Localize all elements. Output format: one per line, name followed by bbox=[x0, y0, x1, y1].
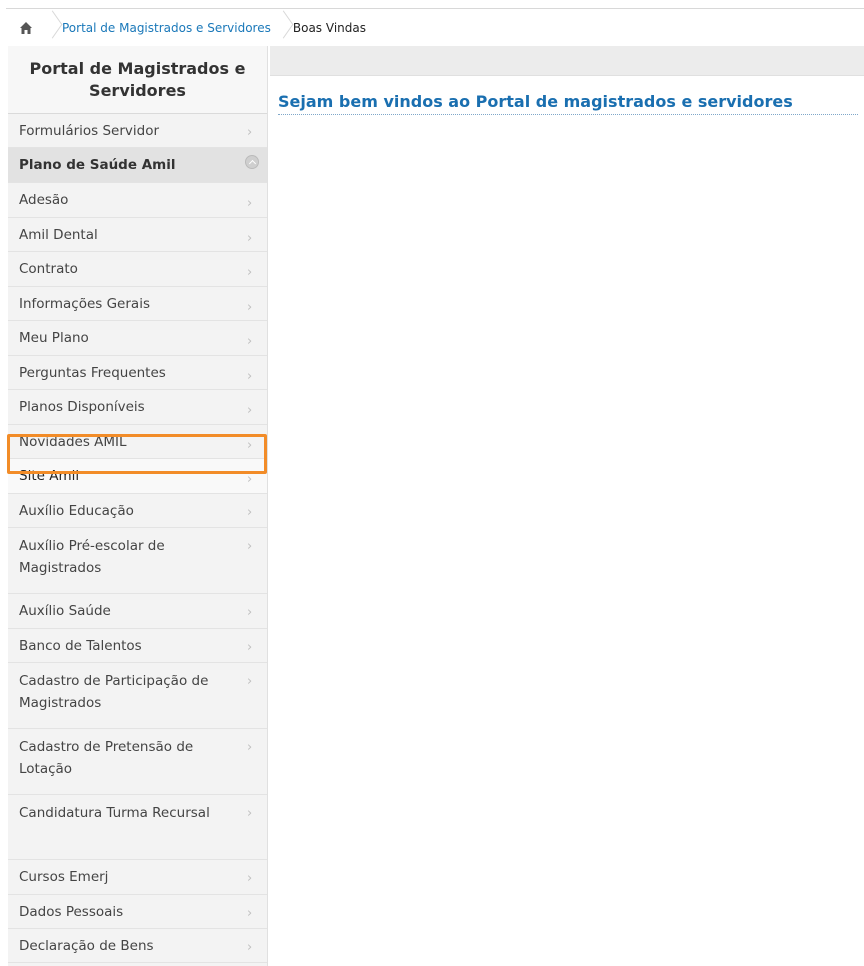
chevron-right-icon: › bbox=[247, 673, 253, 689]
sidebar-item-amil-dental[interactable]: Amil Dental › bbox=[8, 217, 267, 252]
sidebar-item-label: Auxílio Educação bbox=[19, 502, 134, 519]
chevron-right-icon: › bbox=[247, 196, 253, 211]
chevron-right-icon: › bbox=[247, 939, 253, 955]
chevron-right-icon: › bbox=[247, 265, 253, 280]
sidebar-item-novidades-amil[interactable]: Novidades AMIL › bbox=[8, 424, 267, 459]
sidebar-item-planos-disponiveis[interactable]: Planos Disponíveis › bbox=[8, 390, 267, 425]
chevron-right-icon: › bbox=[247, 125, 253, 140]
sidebar-item-label: Contrato bbox=[19, 261, 78, 277]
sidebar-item-auxilio-pre-escolar[interactable]: Auxílio Pré-escolar de Magistrados › bbox=[8, 528, 267, 594]
sidebar-item-label: Cadastro de Participação de Magistrados bbox=[19, 672, 209, 711]
sidebar: Portal de Magistrados e Servidores Formu… bbox=[8, 46, 268, 966]
breadcrumb-current: Boas Vindas bbox=[292, 20, 366, 35]
chevron-right-icon: › bbox=[247, 403, 253, 418]
breadcrumb-link-portal[interactable]: Portal de Magistrados e Servidores bbox=[62, 21, 271, 35]
chevron-right-icon: › bbox=[247, 334, 253, 349]
sidebar-item-label: Meu Plano bbox=[19, 330, 89, 346]
home-icon[interactable] bbox=[6, 9, 46, 46]
breadcrumb-separator bbox=[277, 9, 289, 46]
chevron-right-icon: › bbox=[247, 805, 253, 821]
chevron-right-icon: › bbox=[247, 639, 253, 655]
chevron-right-icon: › bbox=[247, 368, 253, 384]
sidebar-item-banco-de-talentos[interactable]: Banco de Talentos › bbox=[8, 629, 267, 663]
sidebar-item-label: Formulários Servidor bbox=[19, 123, 160, 139]
sidebar-item-label: Auxílio Saúde bbox=[19, 602, 111, 619]
sidebar-item-auxilio-educacao[interactable]: Auxílio Educação › bbox=[8, 494, 267, 528]
sidebar-item-label: Amil Dental bbox=[19, 226, 98, 243]
chevron-right-icon: › bbox=[247, 299, 253, 315]
sidebar-item-formularios-servidor[interactable]: Formulários Servidor › bbox=[8, 114, 267, 148]
page-title: Sejam bem vindos ao Portal de magistrado… bbox=[278, 92, 858, 115]
sidebar-item-label: Candidatura Turma Recursal bbox=[19, 804, 210, 821]
breadcrumb-item-portal[interactable]: Portal de Magistrados e Servidores bbox=[58, 9, 277, 46]
sidebar-item-contrato[interactable]: Contrato › bbox=[8, 252, 267, 287]
collapse-icon[interactable] bbox=[245, 155, 259, 169]
breadcrumb-item-current: Boas Vindas bbox=[289, 9, 372, 46]
sidebar-title: Portal de Magistrados e Servidores bbox=[8, 46, 267, 114]
sidebar-item-label: Cursos Emerj bbox=[19, 868, 109, 885]
chevron-right-icon: › bbox=[247, 230, 253, 246]
chevron-right-icon: › bbox=[247, 604, 253, 620]
chevron-right-icon: › bbox=[247, 538, 253, 554]
main-toolbar bbox=[270, 46, 864, 76]
sidebar-item-site-amil[interactable]: Site Amil › bbox=[8, 459, 267, 494]
breadcrumb: Portal de Magistrados e Servidores Boas … bbox=[6, 8, 864, 46]
chevron-right-icon: › bbox=[247, 739, 253, 755]
sidebar-item-cursos-emerj[interactable]: Cursos Emerj › bbox=[8, 860, 267, 895]
sidebar-item-label: Auxílio Pré-escolar de Magistrados bbox=[19, 537, 165, 576]
sidebar-item-auxilio-saude[interactable]: Auxílio Saúde › bbox=[8, 594, 267, 629]
sidebar-item-informacoes-gerais[interactable]: Informações Gerais › bbox=[8, 286, 267, 321]
sidebar-item-candidatura-turma-recursal[interactable]: Candidatura Turma Recursal › bbox=[8, 795, 267, 860]
sidebar-item-adesao[interactable]: Adesão › bbox=[8, 183, 267, 218]
chevron-right-icon: › bbox=[247, 437, 253, 453]
sidebar-item-label: Planos Disponíveis bbox=[19, 399, 145, 415]
sidebar-group-plano-de-saude-amil[interactable]: Plano de Saúde Amil bbox=[8, 148, 267, 183]
sidebar-item-label: Adesão bbox=[19, 192, 69, 208]
sidebar-item-declaracao-de-bens[interactable]: Declaração de Bens › bbox=[8, 929, 267, 963]
sidebar-group-label: Plano de Saúde Amil bbox=[19, 157, 176, 173]
chevron-right-icon: › bbox=[247, 870, 253, 886]
chevron-right-icon: › bbox=[247, 905, 253, 921]
chevron-right-icon: › bbox=[247, 504, 253, 520]
sidebar-item-label: Declaração de Bens bbox=[19, 937, 154, 954]
sidebar-item-label: Perguntas Frequentes bbox=[19, 364, 166, 381]
sidebar-item-meu-plano[interactable]: Meu Plano › bbox=[8, 321, 267, 356]
sidebar-item-perguntas-frequentes[interactable]: Perguntas Frequentes › bbox=[8, 355, 267, 390]
chevron-right-icon: › bbox=[247, 472, 253, 487]
sidebar-item-label: Dados Pessoais bbox=[19, 903, 124, 920]
sidebar-item-label: Banco de Talentos bbox=[19, 637, 142, 654]
sidebar-item-label: Cadastro de Pretensão de Lotação bbox=[19, 738, 194, 777]
sidebar-item-cadastro-participacao[interactable]: Cadastro de Participação de Magistrados … bbox=[8, 663, 267, 729]
sidebar-item-label: Site Amil bbox=[19, 468, 80, 484]
sidebar-item-dados-pessoais[interactable]: Dados Pessoais › bbox=[8, 895, 267, 929]
breadcrumb-separator bbox=[46, 9, 58, 46]
sidebar-item-label: Novidades AMIL bbox=[19, 433, 127, 450]
sidebar-item-label: Informações Gerais bbox=[19, 295, 150, 312]
sidebar-item-cadastro-pretensao[interactable]: Cadastro de Pretensão de Lotação › bbox=[8, 729, 267, 795]
